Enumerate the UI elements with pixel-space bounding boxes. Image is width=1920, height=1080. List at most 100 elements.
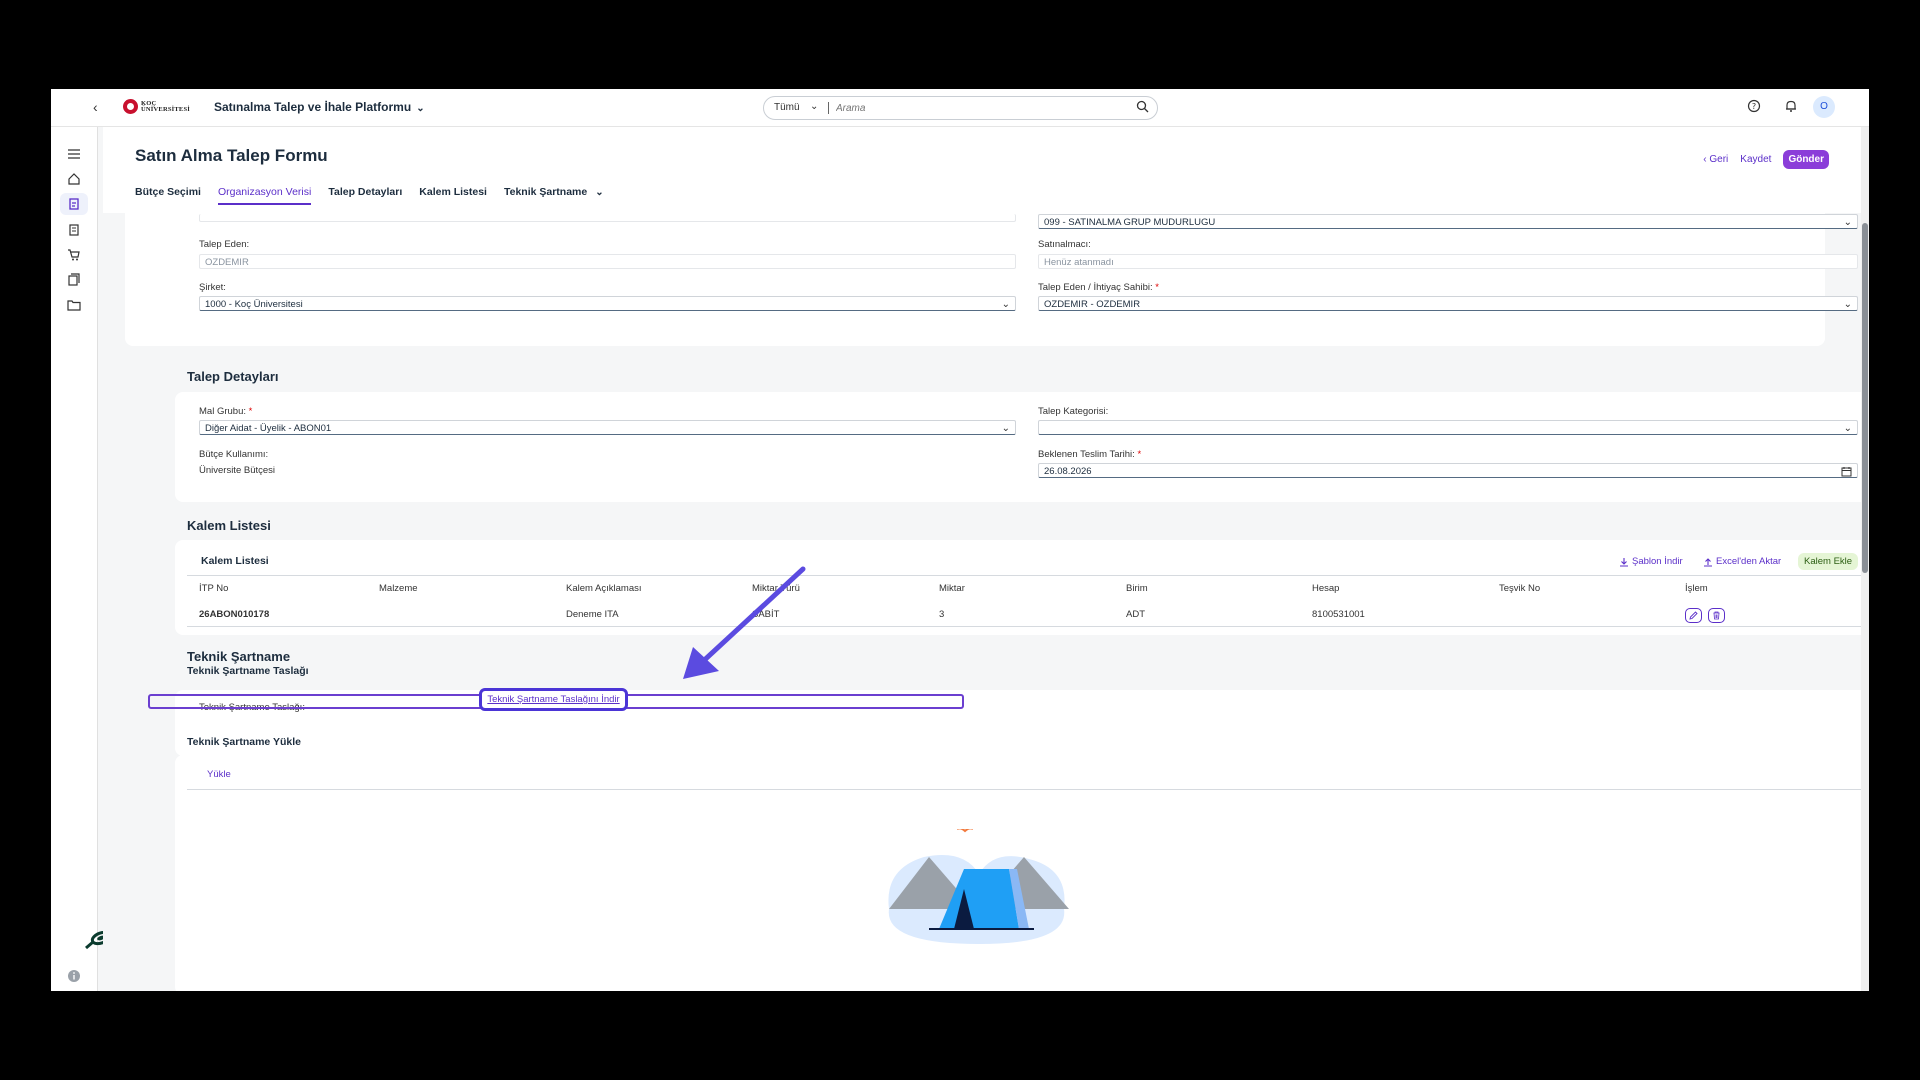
back-nav-icon[interactable]: ‹	[93, 99, 98, 115]
info-icon[interactable]	[67, 969, 81, 983]
ihtiyac-sahibi-select[interactable]: OZDEMIR - OZDEMIR ⌄	[1038, 296, 1858, 311]
kalem-card	[175, 540, 1863, 635]
tab-kalem-listesi[interactable]: Kalem Listesi	[419, 186, 487, 204]
talep-kategorisi-select[interactable]: ⌄	[1038, 420, 1858, 435]
talep-eden-label: Talep Eden:	[199, 239, 250, 250]
logo-mark-icon	[123, 99, 138, 114]
ihtiyac-sahibi-value: OZDEMIR - OZDEMIR	[1044, 299, 1141, 310]
scrollbar-thumb[interactable]	[1862, 223, 1868, 573]
sirket-select[interactable]: 1000 - Koç Üniversitesi ⌄	[199, 296, 1016, 311]
chevron-down-icon: ⌄	[1843, 423, 1852, 434]
cart-icon[interactable]	[67, 248, 81, 262]
teknik-yukle-title: Teknik Şartname Yükle	[187, 736, 301, 748]
upload-icon	[1704, 557, 1712, 567]
satinalmaci-label: Satınalmacı:	[1038, 239, 1091, 250]
search-bar: Tümü ⌄	[763, 96, 1158, 120]
satinalmaci-field: Henüz atanmadı	[1038, 254, 1858, 269]
talep-kategorisi-label: Talep Kategorisi:	[1038, 406, 1109, 417]
company-logo[interactable]: KOÇ ÜNİVERSİTESİ	[123, 99, 190, 114]
svg-text:?: ?	[1752, 102, 1756, 111]
talep-eden-field: OZDEMIR	[199, 254, 1016, 269]
mal-grubu-select[interactable]: Diğer Aidat - Üyelik - ABON01 ⌄	[199, 420, 1016, 435]
kalem-table-title: Kalem Listesi	[201, 555, 269, 567]
chevron-down-icon: ⌄	[1001, 299, 1010, 310]
sablon-indir-button[interactable]: Şablon İndir	[1619, 556, 1683, 567]
page-header: Satın Alma Talep Formu ‹ Geri Kaydet Gön…	[103, 127, 1863, 213]
cell-miktar: 3	[939, 609, 945, 620]
header-actions: ‹ Geri Kaydet Gönder	[1703, 150, 1829, 169]
col-header-tesvik-no: Teşvik No	[1499, 583, 1541, 594]
taslak-indir-link[interactable]: Teknik Şartname Taslağını İndir	[479, 688, 628, 711]
logo-text-line2: ÜNİVERSİTESİ	[141, 105, 191, 113]
cell-itp-no[interactable]: 26ABON010178	[199, 609, 269, 620]
save-button[interactable]: Kaydet	[1740, 154, 1771, 165]
help-icon[interactable]: ?	[1747, 99, 1761, 113]
page-scrollbar[interactable]	[1861, 127, 1869, 991]
upload-tab-border	[187, 789, 1866, 790]
product-title: Satınalma Talep ve İhale Platformu	[214, 100, 412, 114]
download-icon	[1620, 557, 1628, 567]
teslim-tarihi-label: Beklenen Teslim Tarihi: *	[1038, 449, 1142, 460]
col-header-miktar: Miktar	[939, 583, 965, 594]
teknik-section-title: Teknik Şartname	[187, 649, 291, 664]
chevron-down-icon: ⌄	[1843, 299, 1852, 310]
sablon-indir-label: Şablon İndir	[1632, 556, 1683, 567]
ihtiyac-sahibi-label: Talep Eden / İhtiyaç Sahibi: *	[1038, 282, 1159, 293]
tab-butce-secimi[interactable]: Bütçe Seçimi	[135, 186, 201, 204]
back-button[interactable]: ‹ Geri	[1703, 154, 1728, 165]
col-header-itp-no: İTP No	[199, 583, 229, 594]
chevron-down-icon: ⌄	[1001, 423, 1010, 434]
page-title: Satın Alma Talep Formu	[135, 146, 328, 165]
cell-birim: ADT	[1126, 609, 1145, 620]
search-scope[interactable]: Tümü	[774, 102, 800, 113]
excel-aktar-label: Excel'den Aktar	[1716, 556, 1782, 567]
col-header-islem: İşlem	[1685, 583, 1708, 594]
edit-row-button[interactable]	[1685, 608, 1702, 623]
tab-teknik-sartname-label: Teknik Şartname	[503, 186, 588, 198]
chevron-down-icon: ⌄	[595, 187, 604, 198]
top-left-field	[199, 214, 1016, 222]
ihtiyac-sahibi-text: Talep Eden / İhtiyaç Sahibi:	[1038, 282, 1153, 293]
bell-icon[interactable]	[1784, 99, 1798, 113]
search-input[interactable]	[834, 100, 1118, 117]
delete-icon	[1713, 611, 1720, 620]
tab-talep-detaylari[interactable]: Talep Detayları	[328, 186, 402, 204]
teknik-taslak-title: Teknik Şartname Taslağı	[187, 665, 309, 677]
col-header-birim: Birim	[1126, 583, 1148, 594]
cell-kalem-aciklamasi: Deneme ITA	[566, 609, 619, 620]
yukle-tab[interactable]: Yükle	[207, 769, 231, 780]
product-switcher[interactable]: Satınalma Talep ve İhale Platformu ⌄	[214, 100, 425, 114]
purchasing-group-value: 099 - SATINALMA GRUP MUDURLUGU	[1044, 217, 1216, 228]
search-icon[interactable]	[1136, 100, 1149, 113]
kalem-ekle-button[interactable]: Kalem Ekle	[1798, 553, 1859, 570]
empty-state-illustration	[888, 829, 1069, 944]
chevron-down-icon[interactable]: ⌄	[810, 101, 818, 112]
mal-grubu-label: Mal Grubu: *	[199, 406, 253, 417]
sirket-value: 1000 - Koç Üniversitesi	[205, 299, 303, 310]
chevron-down-icon: ⌄	[1843, 217, 1852, 228]
tab-organizasyon-verisi[interactable]: Organizasyon Verisi	[217, 186, 312, 205]
menu-icon[interactable]	[67, 147, 81, 161]
delete-row-button[interactable]	[1708, 608, 1725, 623]
home-icon[interactable]	[67, 172, 81, 186]
documents-icon[interactable]	[67, 273, 81, 287]
chevron-down-icon: ⌄	[416, 103, 425, 114]
kalem-section-title: Kalem Listesi	[187, 518, 271, 533]
send-button[interactable]: Gönder	[1783, 150, 1829, 169]
butce-kullanimi-label: Bütçe Kullanımı:	[199, 449, 269, 460]
mal-grubu-text: Mal Grubu:	[199, 406, 246, 417]
back-label: Geri	[1709, 154, 1729, 165]
col-header-malzeme: Malzeme	[379, 583, 418, 594]
calendar-icon[interactable]	[1841, 466, 1852, 477]
request-icon[interactable]	[67, 197, 81, 211]
clipboard-icon[interactable]	[67, 223, 81, 237]
teslim-tarihi-picker[interactable]: 26.08.2026	[1038, 463, 1858, 478]
tab-teknik-sartname[interactable]: Teknik Şartname ⌄	[504, 186, 604, 204]
talep-section-title: Talep Detayları	[187, 369, 279, 384]
purchasing-group-select[interactable]: 099 - SATINALMA GRUP MUDURLUGU ⌄	[1038, 214, 1858, 229]
anchor-bar: Bütçe Seçimi Organizasyon Verisi Talep D…	[135, 186, 621, 205]
app-window: ‹ KOÇ ÜNİVERSİTESİ Satınalma Talep ve İh…	[51, 89, 1869, 991]
excel-aktar-button[interactable]: Excel'den Aktar	[1703, 556, 1781, 567]
user-avatar[interactable]: O	[1813, 96, 1835, 118]
folder-icon[interactable]	[67, 298, 81, 312]
